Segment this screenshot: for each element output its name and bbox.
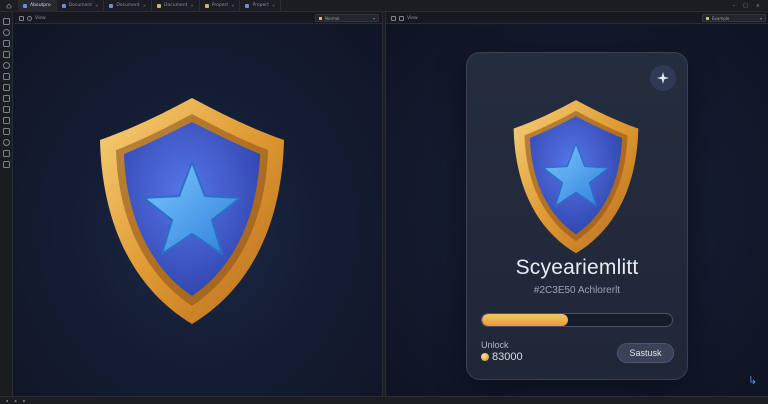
tab-label: Document (68, 3, 92, 8)
view-label[interactable]: View (35, 16, 46, 21)
frame-icon[interactable] (399, 15, 404, 21)
close-icon[interactable]: × (231, 3, 234, 8)
tab-propert-2[interactable]: Propert × (240, 0, 282, 12)
tab-label: Propert (252, 3, 269, 8)
card-title: Scyeariemlitt (515, 256, 639, 279)
pen-tool-icon[interactable] (2, 51, 10, 58)
tab-propert-1[interactable]: Propert × (200, 0, 241, 12)
left-view-select-value: Normal (325, 15, 340, 21)
globe-icon[interactable] (27, 15, 32, 21)
document-icon (245, 3, 250, 8)
document-icon (204, 3, 209, 8)
close-icon[interactable]: × (190, 3, 193, 8)
swatch-icon (319, 16, 322, 20)
layout-icon[interactable] (391, 15, 396, 21)
app-icon (23, 3, 27, 8)
text-tool-icon[interactable] (2, 73, 10, 80)
tab-label: Propert (211, 3, 229, 8)
coin-icon (481, 353, 489, 361)
shield-star-icon (513, 100, 639, 254)
card-subtitle: #2C3E50 Achlorerlt (533, 285, 621, 296)
tab-app[interactable]: Aboutpro (18, 0, 57, 12)
unlock-progress-fill (482, 314, 568, 326)
sparkle-button[interactable] (650, 65, 676, 91)
maximize-icon[interactable]: □ (743, 3, 748, 9)
swatch-icon (706, 16, 709, 20)
brush-tool-icon[interactable] (2, 106, 10, 113)
document-icon (157, 3, 162, 8)
status-bar: ▪ ▪ ▪ (0, 396, 768, 404)
document-icon (109, 3, 114, 8)
paint-tool-icon[interactable] (2, 95, 10, 102)
layers-tool-icon[interactable] (2, 128, 10, 135)
shield-star-badge-large (92, 92, 292, 328)
close-icon[interactable]: × (272, 3, 275, 8)
minimize-icon[interactable]: – (733, 3, 736, 9)
home-icon (6, 3, 12, 8)
unlock-label: Unlock (481, 340, 509, 350)
tab-document-1[interactable]: Document × (57, 0, 105, 12)
price-value: 83000 (492, 351, 523, 363)
move-tool-icon[interactable] (2, 29, 10, 36)
shape-tool-icon[interactable] (2, 62, 10, 69)
unlock-action-button[interactable]: Sastusk (617, 343, 674, 363)
status-icon: ▪ (22, 398, 26, 403)
image-tool-icon[interactable] (2, 84, 10, 91)
settings-tool-icon[interactable] (2, 161, 10, 168)
right-view-select-value: Example (712, 15, 730, 21)
chevron-down-icon: ▾ (372, 15, 375, 21)
grid-tool-icon[interactable] (2, 150, 10, 157)
shield-star-badge-card (508, 96, 644, 256)
tool-rail (0, 12, 13, 396)
status-icon: ▪ (14, 398, 17, 403)
frame-tool-icon[interactable] (2, 40, 10, 47)
left-view-select[interactable]: Normal ▾ (315, 14, 379, 22)
unlock-progress-bar (481, 313, 673, 327)
app-menu[interactable] (0, 0, 18, 12)
left-pane-toolbar: View (19, 12, 46, 24)
close-icon[interactable]: × (143, 3, 146, 8)
tab-bar: Aboutpro Document × Document × Document … (0, 0, 768, 12)
layout-icon[interactable] (19, 15, 24, 21)
close-window-icon[interactable]: × (756, 3, 760, 9)
close-icon[interactable]: × (95, 3, 98, 8)
select-tool-icon[interactable] (2, 18, 10, 25)
zoom-tool-icon[interactable] (2, 139, 10, 146)
tab-label: Document (116, 3, 140, 8)
right-pane-toolbar: View (391, 12, 418, 24)
right-view-select[interactable]: Example ▾ (702, 14, 766, 22)
status-icon: ▪ (6, 398, 9, 403)
sparkle-icon (657, 72, 669, 84)
view-label[interactable]: View (407, 16, 418, 21)
chevron-down-icon: ▾ (759, 15, 762, 21)
tab-document-2[interactable]: Document × (104, 0, 153, 12)
arrow-down-right-icon[interactable]: ↳ (748, 374, 757, 387)
tab-app-label: Aboutpro (30, 3, 51, 8)
document-icon (61, 3, 66, 8)
tab-label: Document (164, 3, 188, 8)
tab-document-3[interactable]: Document × (152, 0, 200, 12)
window-controls: – □ × (733, 3, 768, 9)
eraser-tool-icon[interactable] (2, 117, 10, 124)
price: 83000 (481, 351, 523, 363)
shield-star-icon (100, 98, 284, 324)
